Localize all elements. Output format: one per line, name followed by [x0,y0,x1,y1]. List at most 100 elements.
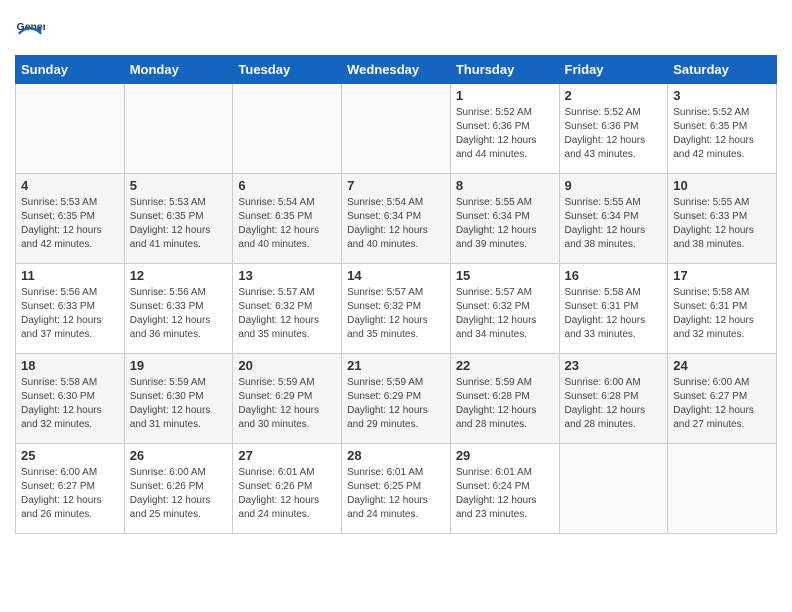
day-number: 13 [238,268,336,283]
calendar-cell [16,84,125,174]
calendar-cell [233,84,342,174]
logo: General [15,15,50,45]
day-info: Sunrise: 5:52 AM Sunset: 6:36 PM Dayligh… [565,106,663,162]
day-number: 25 [21,448,119,463]
calendar-cell [559,444,668,534]
day-number: 7 [347,178,445,193]
calendar-cell [124,84,233,174]
day-number: 10 [673,178,771,193]
day-number: 16 [565,268,663,283]
calendar-cell: 6 Sunrise: 5:54 AM Sunset: 6:35 PM Daylig… [233,174,342,264]
day-info: Sunrise: 5:59 AM Sunset: 6:29 PM Dayligh… [347,376,445,432]
calendar-cell: 16 Sunrise: 5:58 AM Sunset: 6:31 PM Dayli… [559,264,668,354]
weekday-header-row: SundayMondayTuesdayWednesdayThursdayFrid… [16,56,777,84]
day-info: Sunrise: 6:00 AM Sunset: 6:26 PM Dayligh… [130,466,228,522]
day-info: Sunrise: 5:52 AM Sunset: 6:35 PM Dayligh… [673,106,771,162]
calendar-cell: 14 Sunrise: 5:57 AM Sunset: 6:32 PM Dayli… [342,264,451,354]
weekday-header-saturday: Saturday [668,56,777,84]
calendar-cell: 8 Sunrise: 5:55 AM Sunset: 6:34 PM Daylig… [450,174,559,264]
day-number: 2 [565,88,663,103]
week-row-3: 11Sunrise: 5:56 AM Sunset: 6:33 PM Dayli… [16,264,777,354]
calendar-cell: 4 Sunrise: 5:53 AM Sunset: 6:35 PM Daylig… [16,174,125,264]
calendar-cell: 25 Sunrise: 6:00 AM Sunset: 6:27 PM Dayli… [16,444,125,534]
day-info: Sunrise: 5:59 AM Sunset: 6:29 PM Dayligh… [238,376,336,432]
day-number: 9 [565,178,663,193]
day-info: Sunrise: 5:54 AM Sunset: 6:34 PM Dayligh… [347,196,445,252]
day-info: Sunrise: 5:58 AM Sunset: 6:31 PM Dayligh… [673,286,771,342]
day-info: Sunrise: 5:55 AM Sunset: 6:34 PM Dayligh… [456,196,554,252]
weekday-header-tuesday: Tuesday [233,56,342,84]
day-info: Sunrise: 5:55 AM Sunset: 6:33 PM Dayligh… [673,196,771,252]
calendar-cell: 3 Sunrise: 5:52 AM Sunset: 6:35 PM Daylig… [668,84,777,174]
day-number: 6 [238,178,336,193]
calendar-cell: 29Sunrise: 6:01 AM Sunset: 6:24 PM Dayli… [450,444,559,534]
day-number: 24 [673,358,771,373]
day-number: 29 [456,448,554,463]
day-number: 4 [21,178,119,193]
calendar-cell: 9 Sunrise: 5:55 AM Sunset: 6:34 PM Daylig… [559,174,668,264]
day-number: 12 [130,268,228,283]
calendar-cell: 28 Sunrise: 6:01 AM Sunset: 6:25 PM Dayli… [342,444,451,534]
calendar-cell: 20Sunrise: 5:59 AM Sunset: 6:29 PM Dayli… [233,354,342,444]
calendar-cell: 11Sunrise: 5:56 AM Sunset: 6:33 PM Dayli… [16,264,125,354]
calendar-cell: 24 Sunrise: 6:00 AM Sunset: 6:27 PM Dayli… [668,354,777,444]
calendar-cell: 22Sunrise: 5:59 AM Sunset: 6:28 PM Dayli… [450,354,559,444]
day-number: 15 [456,268,554,283]
calendar-cell: 26 Sunrise: 6:00 AM Sunset: 6:26 PM Dayli… [124,444,233,534]
logo-icon: General [15,15,45,45]
day-number: 19 [130,358,228,373]
page-header: General [15,15,777,45]
day-info: Sunrise: 5:59 AM Sunset: 6:30 PM Dayligh… [130,376,228,432]
day-info: Sunrise: 6:01 AM Sunset: 6:26 PM Dayligh… [238,466,336,522]
day-number: 18 [21,358,119,373]
calendar-cell: 13 Sunrise: 5:57 AM Sunset: 6:32 PM Dayli… [233,264,342,354]
week-row-2: 4 Sunrise: 5:53 AM Sunset: 6:35 PM Daylig… [16,174,777,264]
day-number: 17 [673,268,771,283]
calendar-cell: 19 Sunrise: 5:59 AM Sunset: 6:30 PM Dayli… [124,354,233,444]
week-row-4: 18Sunrise: 5:58 AM Sunset: 6:30 PM Dayli… [16,354,777,444]
day-info: Sunrise: 6:00 AM Sunset: 6:27 PM Dayligh… [21,466,119,522]
calendar-cell: 18Sunrise: 5:58 AM Sunset: 6:30 PM Dayli… [16,354,125,444]
day-number: 28 [347,448,445,463]
week-row-5: 25 Sunrise: 6:00 AM Sunset: 6:27 PM Dayli… [16,444,777,534]
calendar-cell [668,444,777,534]
day-info: Sunrise: 5:56 AM Sunset: 6:33 PM Dayligh… [21,286,119,342]
week-row-1: 1 Sunrise: 5:52 AM Sunset: 6:36 PM Daylig… [16,84,777,174]
calendar-cell: 5 Sunrise: 5:53 AM Sunset: 6:35 PM Daylig… [124,174,233,264]
calendar-cell: 27Sunrise: 6:01 AM Sunset: 6:26 PM Dayli… [233,444,342,534]
day-info: Sunrise: 5:52 AM Sunset: 6:36 PM Dayligh… [456,106,554,162]
calendar-cell: 15 Sunrise: 5:57 AM Sunset: 6:32 PM Dayli… [450,264,559,354]
day-info: Sunrise: 5:55 AM Sunset: 6:34 PM Dayligh… [565,196,663,252]
day-info: Sunrise: 5:53 AM Sunset: 6:35 PM Dayligh… [21,196,119,252]
day-info: Sunrise: 5:57 AM Sunset: 6:32 PM Dayligh… [456,286,554,342]
calendar-cell: 7 Sunrise: 5:54 AM Sunset: 6:34 PM Daylig… [342,174,451,264]
calendar-cell: 10 Sunrise: 5:55 AM Sunset: 6:33 PM Dayli… [668,174,777,264]
day-number: 14 [347,268,445,283]
day-number: 23 [565,358,663,373]
day-number: 8 [456,178,554,193]
day-info: Sunrise: 5:57 AM Sunset: 6:32 PM Dayligh… [347,286,445,342]
calendar-table: SundayMondayTuesdayWednesdayThursdayFrid… [15,55,777,534]
weekday-header-friday: Friday [559,56,668,84]
day-info: Sunrise: 5:54 AM Sunset: 6:35 PM Dayligh… [238,196,336,252]
weekday-header-thursday: Thursday [450,56,559,84]
day-number: 3 [673,88,771,103]
weekday-header-sunday: Sunday [16,56,125,84]
calendar-cell: 1 Sunrise: 5:52 AM Sunset: 6:36 PM Daylig… [450,84,559,174]
day-number: 5 [130,178,228,193]
day-number: 22 [456,358,554,373]
day-number: 26 [130,448,228,463]
day-info: Sunrise: 5:58 AM Sunset: 6:31 PM Dayligh… [565,286,663,342]
day-info: Sunrise: 5:56 AM Sunset: 6:33 PM Dayligh… [130,286,228,342]
calendar-cell: 17 Sunrise: 5:58 AM Sunset: 6:31 PM Dayli… [668,264,777,354]
day-info: Sunrise: 6:00 AM Sunset: 6:28 PM Dayligh… [565,376,663,432]
day-info: Sunrise: 6:00 AM Sunset: 6:27 PM Dayligh… [673,376,771,432]
calendar-cell [342,84,451,174]
day-info: Sunrise: 6:01 AM Sunset: 6:25 PM Dayligh… [347,466,445,522]
day-number: 1 [456,88,554,103]
day-info: Sunrise: 5:53 AM Sunset: 6:35 PM Dayligh… [130,196,228,252]
calendar-cell: 21Sunrise: 5:59 AM Sunset: 6:29 PM Dayli… [342,354,451,444]
calendar-cell: 2 Sunrise: 5:52 AM Sunset: 6:36 PM Daylig… [559,84,668,174]
day-info: Sunrise: 5:57 AM Sunset: 6:32 PM Dayligh… [238,286,336,342]
calendar-cell: 23 Sunrise: 6:00 AM Sunset: 6:28 PM Dayli… [559,354,668,444]
